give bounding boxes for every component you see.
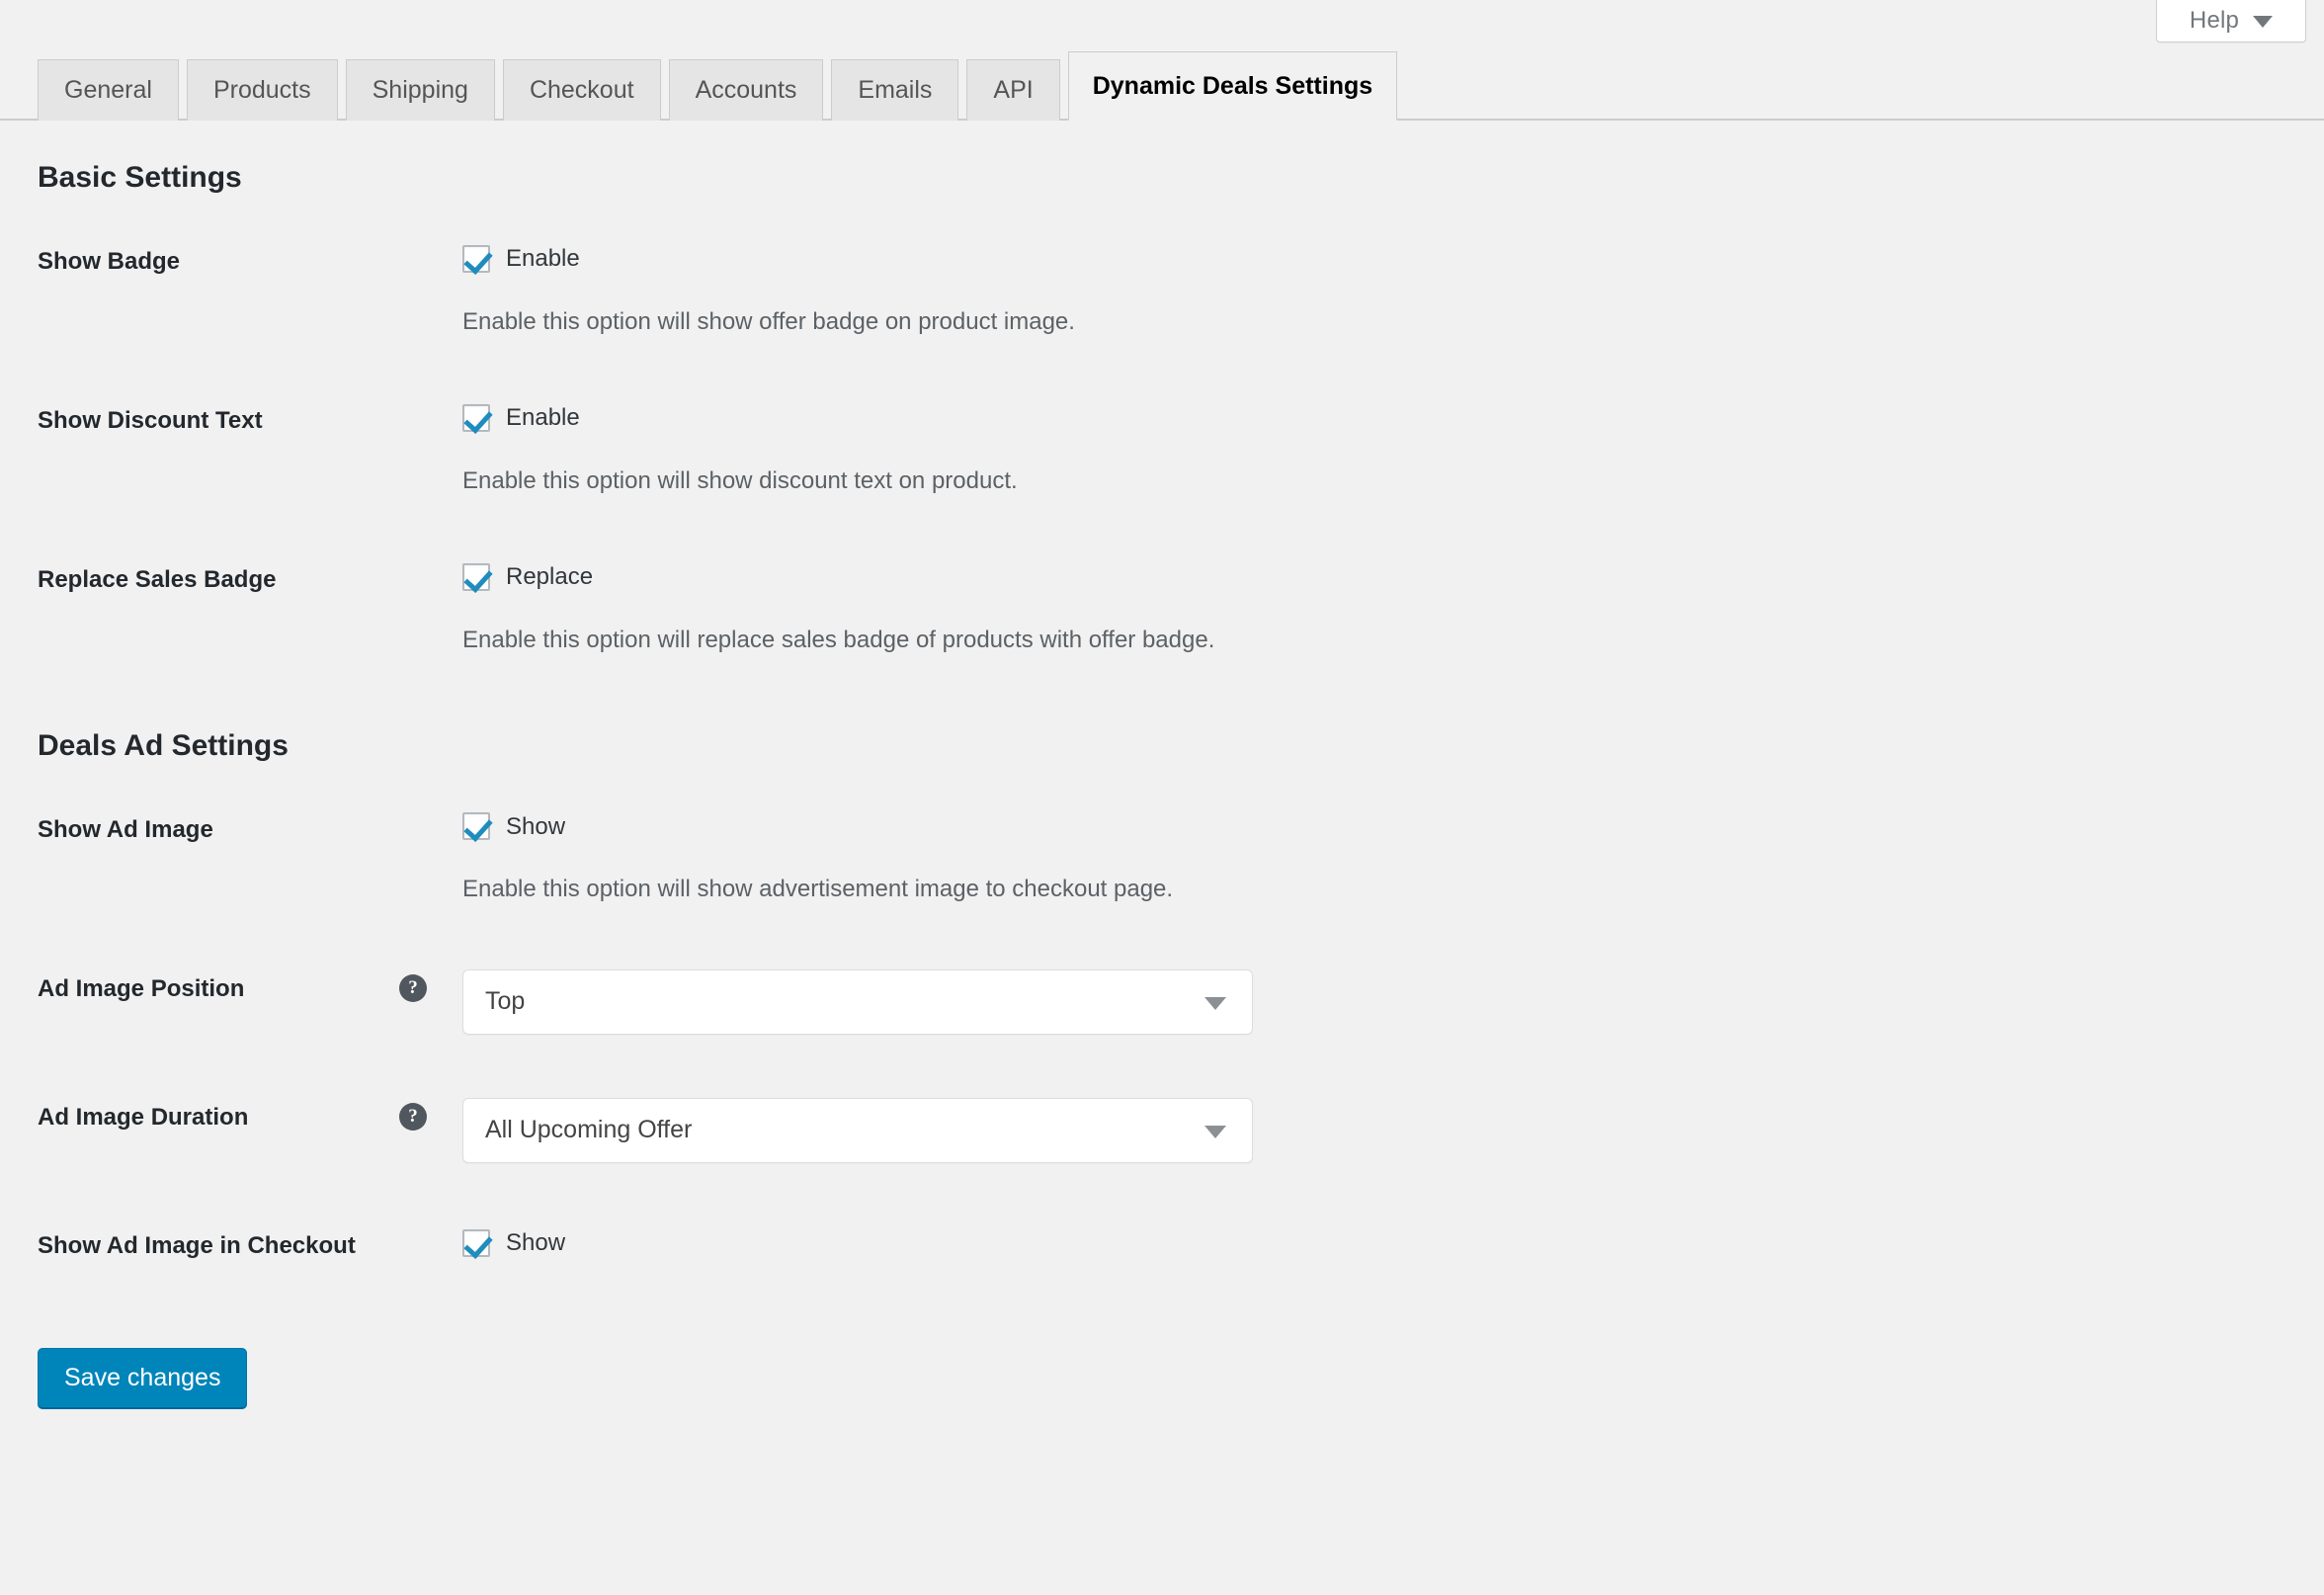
checkbox-control[interactable]: Enable — [462, 242, 2310, 276]
checkbox-checked-icon[interactable] — [462, 812, 490, 841]
checkbox-control[interactable]: Enable — [462, 401, 2310, 435]
setting-label-cell: Show Ad Image in Checkout — [0, 1195, 462, 1297]
help-button-label: Help — [2189, 6, 2240, 34]
tab-shipping[interactable]: Shipping — [345, 59, 495, 121]
select-ad-image-duration[interactable]: All Upcoming Offer — [462, 1097, 1253, 1163]
setting-label: Ad Image Position — [38, 974, 245, 1002]
setting-description: Enable this option will show advertiseme… — [462, 876, 1174, 903]
help-tip-icon[interactable]: ? — [399, 974, 427, 1003]
setting-control-cell: Enable Enable this option will show disco… — [462, 370, 2324, 529]
select-arrow-icon — [1204, 996, 1226, 1010]
checkbox-label: Show — [506, 812, 566, 840]
setting-label-cell: Ad Image Position? — [0, 938, 462, 1066]
help-bar: Help — [0, 0, 2324, 43]
setting-control-cell: All Upcoming Offer — [462, 1066, 2324, 1195]
setting-label-cell: Replace Sales Badge — [0, 529, 462, 688]
setting-label-cell: Ad Image Duration? — [0, 1066, 462, 1195]
setting-control-cell: Enable Enable this option will show offer… — [462, 210, 2324, 370]
setting-label-cell: Show Ad Image — [0, 779, 462, 938]
setting-label: Show Ad Image — [38, 815, 213, 843]
section-heading: Deals Ad Settings — [38, 728, 289, 762]
setting-description: Enable this option will replace sales ba… — [462, 626, 1215, 653]
settings-table: Show Badge Enable Enable this option will … — [0, 210, 2324, 689]
settings-form: Basic Settings Show Badge Enable Enable thi… — [0, 121, 2324, 1424]
checkbox-label: Enable — [506, 404, 580, 432]
checkbox-label: Enable — [506, 245, 580, 272]
setting-label: Ad Image Duration — [38, 1103, 249, 1131]
settings-row: Show Discount Text Enable Enable this opti… — [0, 370, 2324, 529]
setting-description: Enable this option will show discount te… — [462, 466, 1018, 494]
checkbox-label: Show — [506, 1228, 566, 1256]
checkbox-checked-icon[interactable] — [462, 403, 490, 432]
help-tip-icon[interactable]: ? — [399, 1103, 427, 1132]
chevron-down-icon — [2253, 16, 2274, 28]
settings-row: Show Ad Image Show Enable this option will… — [0, 779, 2324, 938]
checkbox-label: Replace — [506, 563, 594, 591]
tab-checkout[interactable]: Checkout — [502, 59, 661, 121]
settings-row: Replace Sales Badge Replace Enable this op… — [0, 529, 2324, 688]
checkbox-checked-icon[interactable] — [462, 1228, 490, 1257]
checkbox-control[interactable]: Replace — [462, 560, 2310, 594]
settings-row: Show Ad Image in Checkout Show — [0, 1195, 2324, 1297]
submit-area: Save changes — [0, 1312, 2324, 1409]
checkbox-checked-icon[interactable] — [462, 563, 490, 592]
tab-general[interactable]: General — [38, 59, 179, 121]
select-arrow-icon — [1204, 1125, 1226, 1138]
tab-accounts[interactable]: Accounts — [668, 59, 824, 121]
tab-api[interactable]: API — [966, 59, 1060, 121]
setting-control-cell: Replace Enable this option will replace s… — [462, 529, 2324, 688]
setting-label: Show Discount Text — [38, 407, 263, 435]
checkbox-checked-icon[interactable] — [462, 244, 490, 273]
save-changes-button[interactable]: Save changes — [38, 1347, 248, 1409]
help-button[interactable]: Help — [2156, 0, 2306, 42]
checkbox-control[interactable]: Show — [462, 1226, 2310, 1260]
section-heading: Basic Settings — [38, 161, 242, 194]
setting-label-cell: Show Discount Text — [0, 370, 462, 529]
setting-control-cell: Top — [462, 938, 2324, 1066]
tab-dynamic-deals-settings[interactable]: Dynamic Deals Settings — [1067, 51, 1398, 121]
settings-row: Show Badge Enable Enable this option will … — [0, 210, 2324, 370]
select-value: All Upcoming Offer — [485, 1116, 693, 1144]
select-ad-image-position[interactable]: Top — [462, 968, 1253, 1035]
setting-label: Show Ad Image in Checkout — [38, 1231, 356, 1259]
setting-control-cell: Show — [462, 1195, 2324, 1297]
settings-tab-bar: General Products Shipping Checkout Accounts E… — [0, 49, 2324, 121]
setting-label: Replace Sales Badge — [38, 566, 277, 594]
tab-emails[interactable]: Emails — [831, 59, 959, 121]
settings-row: Ad Image Position? Top — [0, 938, 2324, 1066]
tab-products[interactable]: Products — [186, 59, 338, 121]
checkbox-control[interactable]: Show — [462, 810, 2310, 844]
select-value: Top — [485, 987, 526, 1016]
setting-description: Enable this option will show offer badge… — [462, 307, 1075, 335]
setting-control-cell: Show Enable this option will show adverti… — [462, 779, 2324, 938]
setting-label: Show Badge — [38, 248, 181, 275]
setting-label-cell: Show Badge — [0, 210, 462, 370]
settings-row: Ad Image Duration? All Upcoming Offer — [0, 1066, 2324, 1195]
settings-table: Show Ad Image Show Enable this option will… — [0, 779, 2324, 1297]
